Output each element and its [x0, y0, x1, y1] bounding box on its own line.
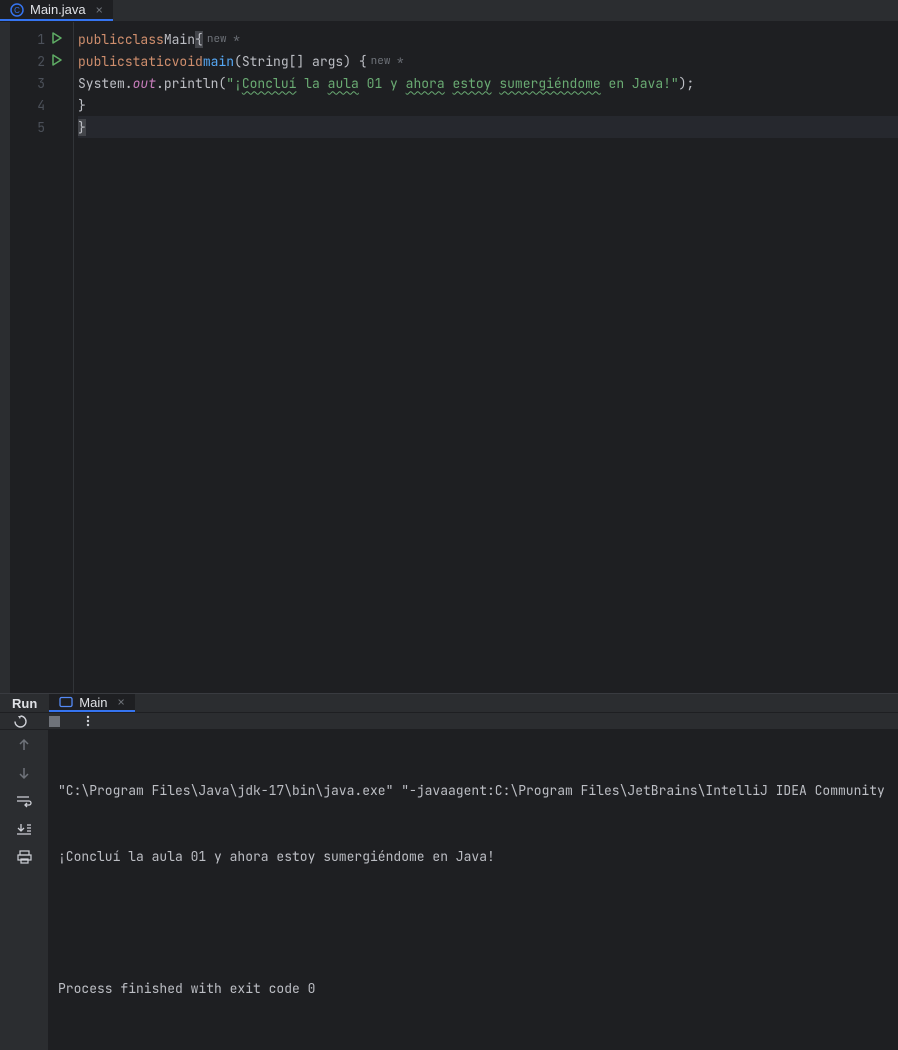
tab-label: Main.java [30, 2, 86, 17]
console-exit-line: Process finished with exit code 0 [58, 978, 888, 1000]
code-line[interactable]: } [78, 94, 898, 116]
line-number: 4 [25, 97, 45, 114]
line-number: 5 [25, 119, 45, 136]
line-number: 2 [25, 53, 45, 70]
close-icon[interactable]: ✕ [96, 2, 103, 18]
run-panel: Run Main ✕ [0, 693, 898, 888]
java-class-icon: C [10, 3, 24, 17]
close-icon[interactable]: ✕ [117, 694, 124, 710]
console-output[interactable]: "C:\Program Files\Java\jdk-17\bin\java.e… [48, 730, 898, 1050]
run-panel-header: Run Main ✕ [0, 694, 898, 713]
run-tab-main[interactable]: Main ✕ [49, 694, 134, 712]
up-arrow-icon[interactable] [15, 736, 33, 754]
editor-tab-main-java[interactable]: C Main.java ✕ [0, 0, 113, 21]
console-output-line: ¡Concluí la aula 01 y ahora estoy sumerg… [58, 846, 888, 868]
soft-wrap-icon[interactable] [15, 792, 33, 810]
svg-text:C: C [14, 6, 20, 15]
run-side-toolbar [0, 730, 48, 1050]
code-line[interactable]: public class Main { new * [78, 28, 898, 50]
code-line[interactable]: System.out.println("¡Concluí la aula 01 … [78, 72, 898, 94]
gutter: 1 2 3 4 5 [0, 22, 73, 693]
run-gutter-icon[interactable] [51, 31, 65, 48]
line-number: 3 [25, 75, 45, 92]
editor: 1 2 3 4 5 public class Main { new * publ… [0, 22, 898, 693]
print-icon[interactable] [15, 848, 33, 866]
down-arrow-icon[interactable] [15, 764, 33, 782]
code-area[interactable]: public class Main { new * public static … [73, 22, 898, 693]
run-gutter-icon[interactable] [51, 53, 65, 70]
console-command: "C:\Program Files\Java\jdk-17\bin\java.e… [58, 780, 888, 802]
run-body: "C:\Program Files\Java\jdk-17\bin\java.e… [0, 730, 898, 1050]
run-tab-label: Main [79, 695, 107, 710]
stop-button[interactable] [46, 713, 62, 729]
code-line[interactable]: public static void main(String[] args) {… [78, 50, 898, 72]
rerun-button[interactable] [12, 713, 28, 729]
run-panel-title: Run [0, 696, 49, 711]
console-blank [58, 912, 888, 934]
code-line[interactable]: } [78, 116, 898, 138]
editor-tabs: C Main.java ✕ [0, 0, 898, 22]
more-actions-button[interactable] [80, 713, 96, 729]
scroll-to-end-icon[interactable] [15, 820, 33, 838]
line-number: 1 [25, 31, 45, 48]
run-toolbar [0, 713, 898, 730]
run-config-icon [59, 695, 73, 709]
